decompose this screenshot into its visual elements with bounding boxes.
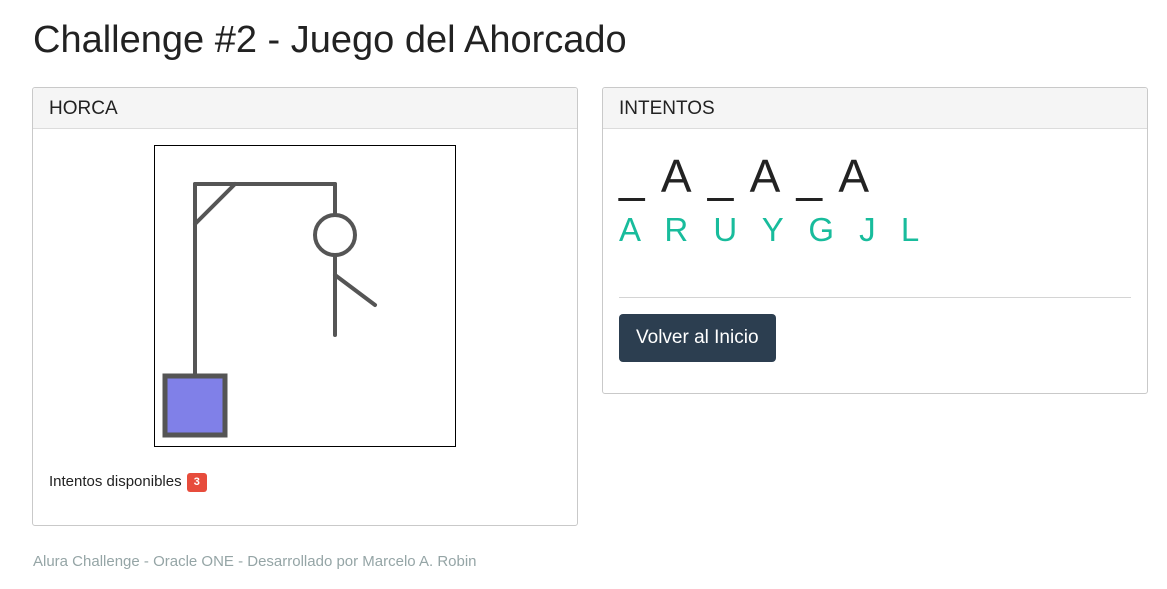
- horca-panel-heading: HORCA: [33, 88, 577, 129]
- divider: [619, 297, 1131, 298]
- hangman-drawing: [162, 182, 377, 438]
- footer-credits: Alura Challenge - Oracle ONE - Desarroll…: [33, 553, 477, 570]
- horca-panel: HORCA Intentos disponibles 3: [32, 87, 578, 526]
- gallows-base-box: [162, 373, 228, 438]
- hangman-arm: [333, 273, 377, 307]
- page: Challenge #2 - Juego del Ahorcado HORCA …: [0, 0, 1167, 589]
- hangman-canvas: [154, 145, 456, 447]
- page-title: Challenge #2 - Juego del Ahorcado: [33, 19, 627, 61]
- wrong-letters: A R U Y G J L: [619, 211, 928, 248]
- back-to-home-button[interactable]: Volver al Inicio: [619, 314, 776, 362]
- remaining-attempts: Intentos disponibles 3: [49, 472, 207, 492]
- intentos-panel: INTENTOS _ A _ A _ A A R U Y G J L Volve…: [602, 87, 1148, 394]
- remaining-attempts-badge: 3: [186, 473, 207, 492]
- hangman-head: [313, 213, 357, 257]
- gallows-brace: [193, 182, 237, 226]
- guessed-word: _ A _ A _ A: [619, 150, 873, 202]
- remaining-attempts-label: Intentos disponibles: [49, 473, 182, 490]
- intentos-panel-heading: INTENTOS: [603, 88, 1147, 129]
